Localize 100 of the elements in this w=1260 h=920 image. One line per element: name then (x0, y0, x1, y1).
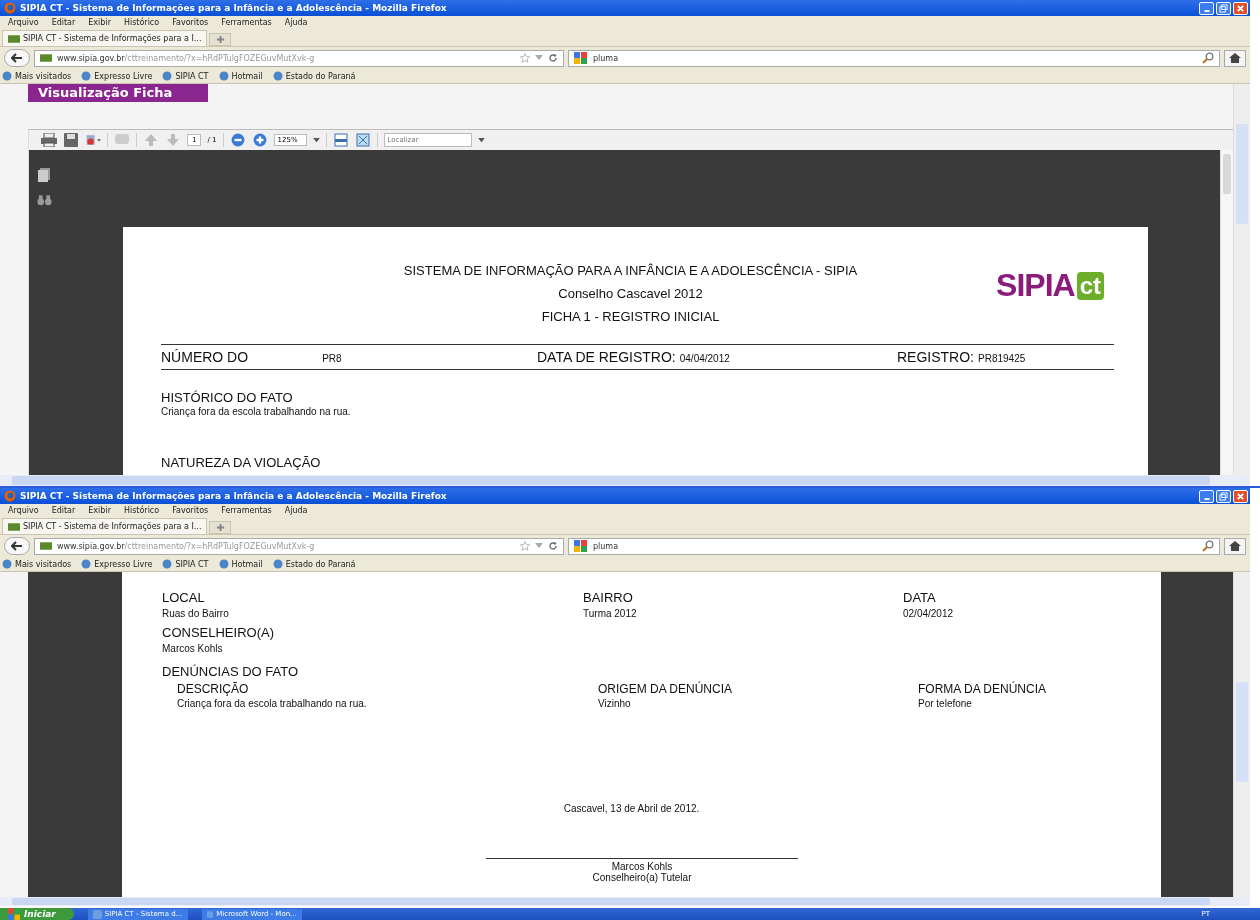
column-value: Por telefone (918, 699, 973, 709)
menu-item[interactable]: Ajuda (284, 506, 308, 515)
plus-icon (215, 35, 225, 44)
bookmark-icon (272, 71, 283, 81)
bookmark-icon (162, 559, 173, 569)
bookmark-link[interactable]: Hotmail (218, 559, 263, 569)
search-icon[interactable] (1202, 52, 1214, 64)
menu-item[interactable]: Editar (51, 506, 76, 515)
field-value: PR819425 (978, 353, 1026, 364)
bookmark-link[interactable]: SIPIA CT (162, 71, 209, 81)
zoom-in-icon[interactable] (251, 133, 268, 147)
column-value: Vizinho (598, 699, 632, 709)
address-field[interactable]: www.sipia.gov.br/cttreinamento/?x=hRdPTulgFOZEGuvMutXvk-g (34, 537, 564, 555)
close-button[interactable] (1233, 489, 1248, 503)
search-engine-icon (574, 52, 588, 64)
search-engine-icon (574, 540, 588, 552)
council-name: Conselho Cascavel 2012 (558, 286, 703, 301)
back-button[interactable] (4, 537, 30, 555)
field-label: BAIRRO (583, 590, 634, 605)
start-button[interactable]: Iniciar (0, 908, 74, 920)
search-field[interactable]: pluma (568, 49, 1220, 67)
home-button[interactable] (1224, 49, 1246, 67)
scrollbar[interactable] (1233, 572, 1250, 897)
menu-item[interactable]: Ajuda (284, 18, 308, 27)
signature-role: Conselheiro(a) Tutelar (592, 872, 692, 883)
browser-logo-icon (4, 490, 16, 502)
form-title: FICHA 1 - REGISTRO INICIAL (541, 309, 720, 324)
bookmark-link[interactable]: Mais visitados (2, 71, 72, 81)
home-icon (1229, 541, 1241, 551)
menu-item[interactable]: Favoritos (172, 18, 209, 27)
field-label: NÚMERO DO (161, 349, 249, 365)
star-icon[interactable] (520, 541, 530, 551)
window-title: SIPIA CT - Sistema de Informações para a Infância e a Adolescência - Mozilla Firefox (20, 491, 447, 501)
scrollbar[interactable] (0, 475, 1250, 486)
print-icon[interactable] (41, 133, 57, 147)
dropdown-caret-icon[interactable] (312, 137, 320, 143)
back-arrow-icon (11, 53, 23, 63)
binoculars-icon[interactable] (36, 194, 52, 206)
restore-icon (1219, 491, 1228, 501)
new-tab-button[interactable] (209, 33, 232, 46)
field-value: Turma 2012 (583, 608, 638, 619)
new-tab-button[interactable] (209, 521, 232, 534)
menu-item[interactable]: Ferramentas (221, 18, 272, 27)
scrollbar[interactable] (1233, 84, 1250, 475)
address-field[interactable]: www.sipia.gov.br/cttreinamento/?x=hRdPTulgFOZEGuvMutXvk-g (34, 49, 564, 67)
reload-icon[interactable] (548, 541, 558, 551)
site-icon (8, 522, 20, 531)
column-label: ORIGEM DA DENÚNCIA (598, 682, 733, 696)
bookmark-icon (2, 71, 12, 81)
section-heading: DENÚNCIAS DO FATO (162, 664, 300, 679)
menu-item[interactable]: Exibir (88, 18, 111, 27)
menu-item[interactable]: Ferramentas (221, 506, 272, 515)
menu-item[interactable]: Histórico (123, 18, 160, 27)
menu-item[interactable]: Arquivo (8, 506, 39, 515)
windows-logo-icon (8, 908, 20, 920)
bookmark-link[interactable]: Expresso Livre (81, 71, 153, 81)
bookmark-link[interactable]: Expresso Livre (81, 559, 153, 569)
field-value: Marcos Kohls (162, 643, 224, 654)
dropdown-caret-icon[interactable] (477, 137, 485, 143)
star-icon[interactable] (520, 53, 530, 63)
scrollbar[interactable] (0, 897, 1250, 906)
browser-tab[interactable]: SIPIA CT - Sistema de Informações para a I... (2, 30, 208, 46)
plus-icon (215, 523, 225, 532)
pages-icon[interactable] (37, 168, 51, 182)
browser-tab[interactable]: SIPIA CT - Sistema de Informações para a I... (2, 518, 208, 534)
window-title: SIPIA CT - Sistema de Informações para a Infância e a Adolescência - Mozilla Firefox (20, 3, 447, 13)
site-icon (40, 54, 52, 62)
save-icon[interactable] (63, 133, 79, 147)
restore-button[interactable] (1216, 1, 1231, 15)
zoom-out-icon[interactable] (229, 133, 246, 147)
bookmark-link[interactable]: Hotmail (218, 71, 263, 81)
menu-item[interactable]: Editar (51, 18, 76, 27)
site-icon (40, 542, 52, 550)
bookmark-link[interactable]: SIPIA CT (162, 559, 209, 569)
menu-item[interactable]: Favoritos (172, 506, 209, 515)
bookmark-link[interactable]: Estado do Paraná (272, 559, 356, 569)
home-button[interactable] (1224, 537, 1246, 555)
search-icon[interactable] (1202, 540, 1214, 552)
bookmark-link[interactable]: Estado do Paraná (272, 71, 356, 81)
column-label: DESCRIÇÃO (177, 682, 250, 696)
menu-item[interactable]: Histórico (123, 506, 160, 515)
reload-icon[interactable] (548, 53, 558, 63)
app-icon (206, 909, 214, 919)
fit-page-icon[interactable] (332, 133, 349, 147)
back-button[interactable] (4, 49, 30, 67)
close-button[interactable] (1233, 1, 1248, 15)
column-value: Criança fora da escola trabalhando na rua. (177, 699, 368, 709)
browser-logo-icon (4, 2, 16, 14)
minimize-button[interactable] (1199, 489, 1214, 503)
bookmark-link[interactable]: Mais visitados (2, 559, 72, 569)
fullscreen-icon[interactable] (354, 133, 371, 147)
minimize-button[interactable] (1199, 1, 1214, 15)
search-field[interactable]: pluma (568, 537, 1220, 555)
field-value: 02/04/2012 (903, 608, 955, 619)
restore-button[interactable] (1216, 489, 1231, 503)
section-heading: NATUREZA DA VIOLAÇÃO (161, 455, 322, 470)
scrollbar[interactable] (1220, 150, 1233, 475)
home-icon (1229, 53, 1241, 63)
menu-item[interactable]: Arquivo (8, 18, 39, 27)
menu-item[interactable]: Exibir (88, 506, 111, 515)
